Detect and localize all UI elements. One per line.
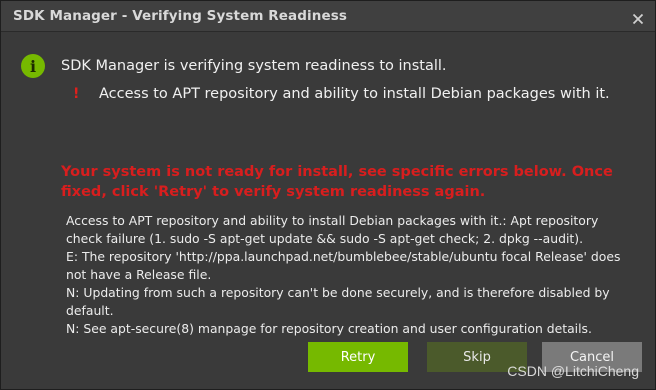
- retry-button[interactable]: Retry: [308, 342, 408, 372]
- detail-line: E: The repository 'http://ppa.launchpad.…: [66, 249, 621, 282]
- titlebar: SDK Manager - Verifying System Readiness: [1, 1, 655, 32]
- close-icon[interactable]: [632, 10, 644, 25]
- check-item-label: Access to APT repository and ability to …: [99, 86, 610, 102]
- error-details: Access to APT repository and ability to …: [66, 212, 636, 338]
- status-message: SDK Manager is verifying system readines…: [61, 58, 447, 74]
- window-title: SDK Manager - Verifying System Readiness: [13, 8, 347, 24]
- error-headline: Your system is not ready for install, se…: [61, 164, 613, 200]
- watermark: CSDN @LitchiCheng: [507, 363, 639, 379]
- detail-line: Access to APT repository and ability to …: [66, 213, 599, 246]
- verify-readiness-dialog: SDK Manager - Verifying System Readiness…: [0, 0, 656, 390]
- check-item: ! Access to APT repository and ability t…: [73, 86, 610, 102]
- info-icon: i: [21, 54, 45, 78]
- error-exclamation-icon: !: [73, 86, 80, 102]
- detail-line: N: Updating from such a repository can't…: [66, 285, 610, 318]
- status-row: i SDK Manager is verifying system readin…: [21, 54, 447, 78]
- detail-line: N: See apt-secure(8) manpage for reposit…: [66, 321, 592, 336]
